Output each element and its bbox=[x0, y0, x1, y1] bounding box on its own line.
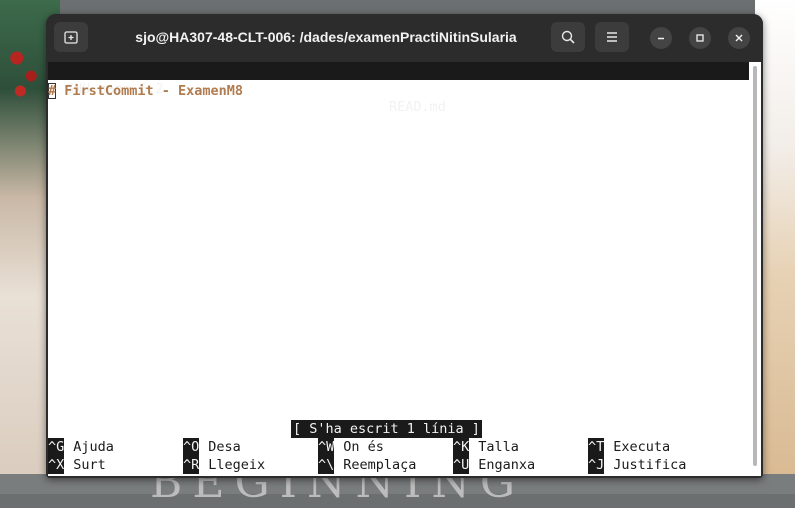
shortcut-label: Desa bbox=[208, 439, 241, 455]
nano-filename: READ.md bbox=[389, 99, 446, 115]
shortcut-write-out[interactable]: ^O Desa bbox=[183, 438, 241, 456]
menu-button[interactable] bbox=[595, 22, 629, 52]
titlebar: sjo@HA307-48-CLT-006: /dades/examenPract… bbox=[46, 14, 763, 60]
shortcut-label: Executa bbox=[613, 439, 671, 455]
shortcut-justify[interactable]: ^J Justifica bbox=[588, 456, 686, 474]
shortcut-key: ^U bbox=[453, 456, 470, 474]
nano-header-bar: GNU nano 6.2 READ.md bbox=[48, 62, 749, 115]
shortcut-paste[interactable]: ^U Enganxa bbox=[453, 456, 535, 474]
editor-line-text: # FirstCommit - ExamenM8 bbox=[48, 83, 244, 99]
shortcut-key: ^G bbox=[48, 438, 65, 456]
editor-line-1[interactable]: # FirstCommit - ExamenM8 bbox=[48, 82, 243, 100]
shortcut-execute[interactable]: ^T Executa bbox=[588, 438, 670, 456]
shortcut-label: Ajuda bbox=[73, 439, 114, 455]
scrollbar-thumb[interactable] bbox=[753, 66, 757, 466]
close-icon bbox=[735, 34, 743, 42]
new-tab-button[interactable] bbox=[54, 22, 88, 52]
shortcut-label: Llegeix bbox=[208, 457, 266, 473]
shortcut-replace[interactable]: ^\ Reemplaça bbox=[318, 456, 416, 474]
maximize-button[interactable] bbox=[689, 27, 711, 49]
search-icon bbox=[561, 30, 575, 44]
shortcut-help[interactable]: ^G Ajuda bbox=[48, 438, 114, 456]
shortcut-label: Enganxa bbox=[478, 457, 536, 473]
minimize-icon bbox=[658, 37, 664, 40]
search-button[interactable] bbox=[551, 22, 585, 52]
shortcut-key: ^\ bbox=[318, 456, 335, 474]
terminal-window: sjo@HA307-48-CLT-006: /dades/examenPract… bbox=[46, 14, 763, 478]
shortcut-key: ^X bbox=[48, 456, 65, 474]
shortcut-read-file[interactable]: ^R Llegeix bbox=[183, 456, 265, 474]
shortcut-label: Talla bbox=[478, 439, 519, 455]
terminal-scrollbar[interactable] bbox=[749, 62, 761, 476]
terminal-content[interactable]: GNU nano 6.2 READ.md # FirstCommit - Exa… bbox=[48, 62, 749, 476]
window-title: sjo@HA307-48-CLT-006: /dades/examenPract… bbox=[135, 29, 517, 45]
hamburger-menu-icon bbox=[607, 32, 617, 42]
shortcut-cut[interactable]: ^K Talla bbox=[453, 438, 519, 456]
shortcut-label: Reemplaça bbox=[343, 457, 417, 473]
shortcut-key: ^R bbox=[183, 456, 200, 474]
shortcut-exit[interactable]: ^X Surt bbox=[48, 456, 106, 474]
shortcut-key: ^J bbox=[588, 456, 605, 474]
nano-status-message: [ S'ha escrit 1 línia ] bbox=[291, 420, 482, 438]
shortcut-where-is[interactable]: ^W On és bbox=[318, 438, 384, 456]
maximize-icon bbox=[696, 34, 704, 42]
new-tab-icon bbox=[64, 31, 78, 44]
close-button[interactable] bbox=[728, 27, 750, 49]
shortcut-key: ^W bbox=[318, 438, 335, 456]
minimize-button[interactable] bbox=[650, 27, 672, 49]
shortcut-key: ^O bbox=[183, 438, 200, 456]
nano-shortcut-bar: ^G Ajuda ^O Desa ^W On és ^K Talla ^T Executa… bbox=[48, 438, 749, 474]
wallpaper-berries bbox=[6, 40, 42, 100]
shortcut-label: Surt bbox=[73, 457, 106, 473]
shortcut-label: Justifica bbox=[613, 457, 687, 473]
shortcut-label: On és bbox=[343, 439, 384, 455]
shortcut-key: ^T bbox=[588, 438, 605, 456]
shortcut-key: ^K bbox=[453, 438, 470, 456]
